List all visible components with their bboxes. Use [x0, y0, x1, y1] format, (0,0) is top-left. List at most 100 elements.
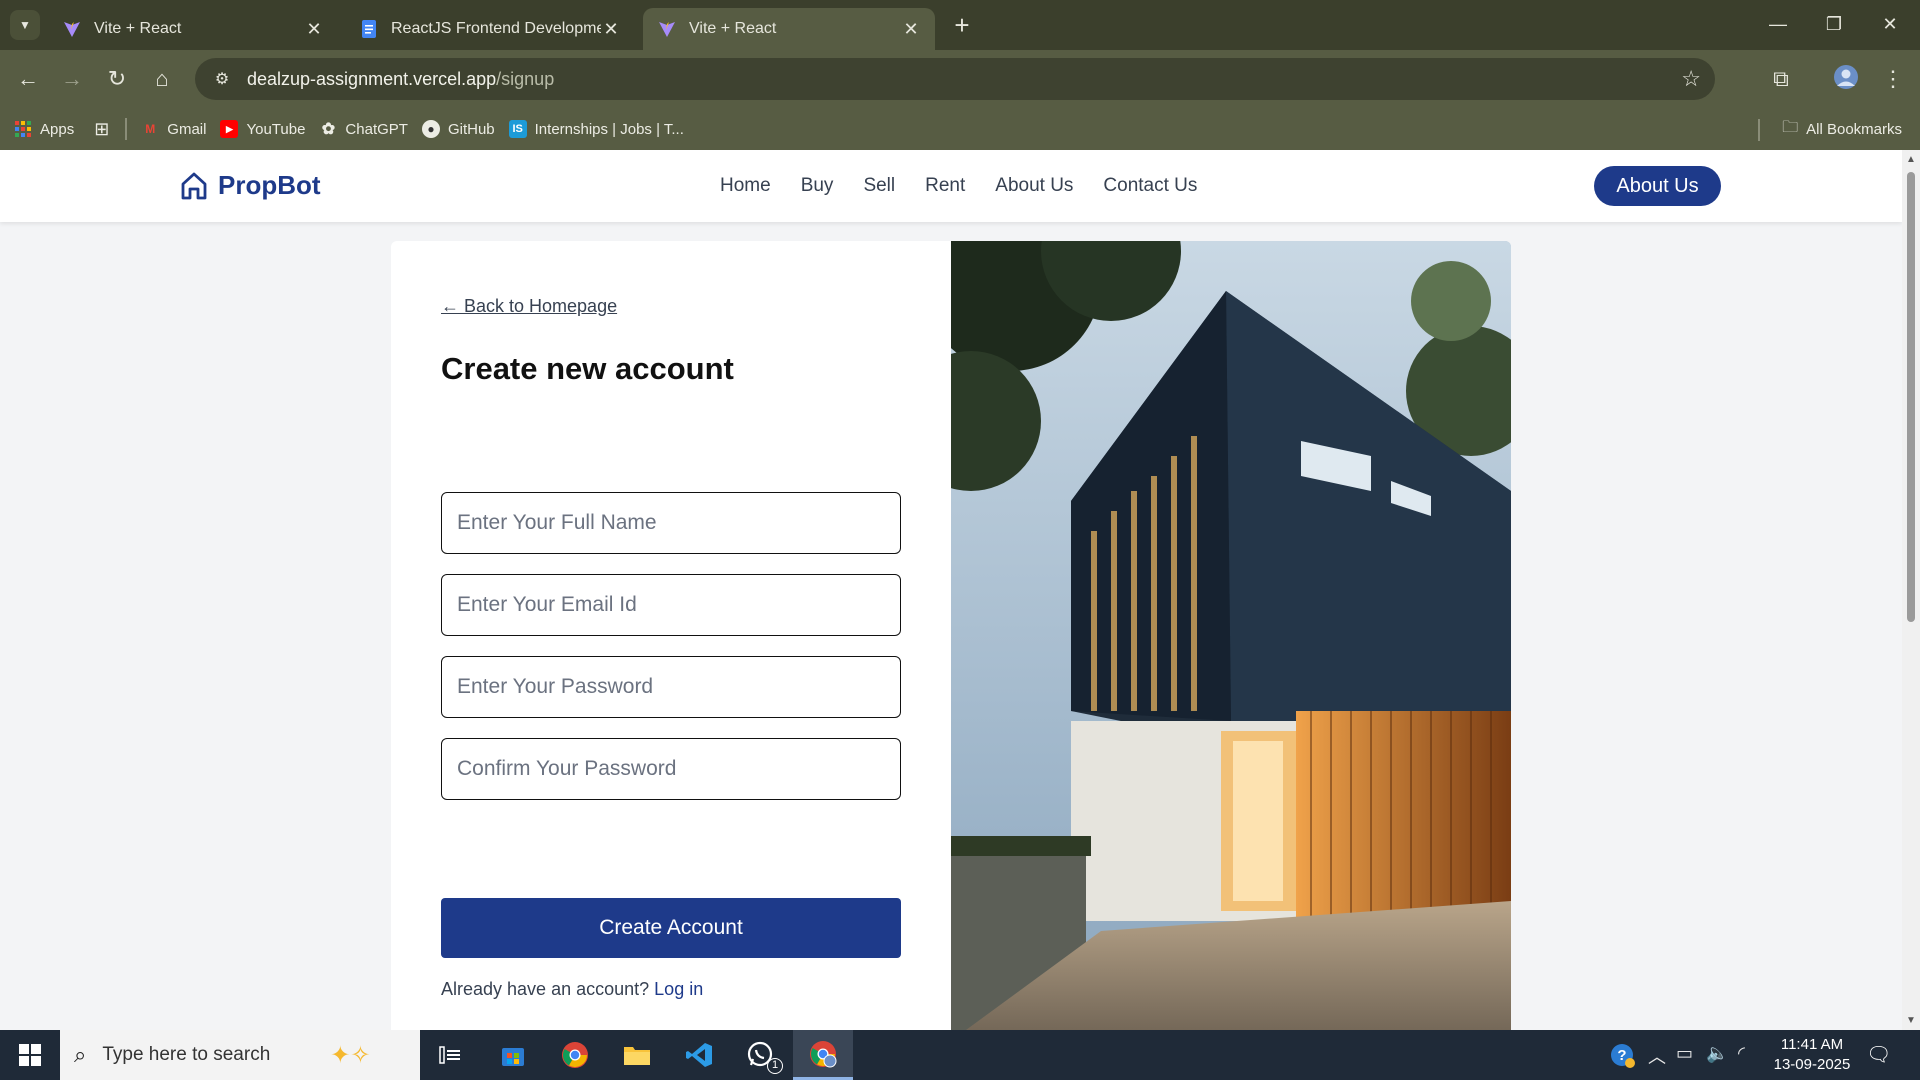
scroll-up-icon[interactable]: ▲ — [1906, 154, 1916, 165]
tab-groups-icon[interactable]: ⊞ — [94, 119, 109, 140]
nav-home[interactable]: Home — [720, 175, 771, 197]
url-host: dealzup-assignment.vercel.app — [247, 68, 497, 89]
copilot-sparkle-icon: ✦✧ — [330, 1041, 371, 1069]
chrome-icon[interactable] — [545, 1030, 605, 1080]
vite-icon — [64, 22, 80, 37]
page-scrollbar[interactable]: ▲ ▼ — [1902, 150, 1920, 1030]
confirm-password-input[interactable] — [441, 738, 901, 800]
new-tab-plus-icon[interactable]: + — [947, 10, 977, 40]
notification-icon[interactable]: 🗨 — [1866, 1042, 1891, 1067]
bookmark-label: Apps — [40, 120, 75, 138]
all-bookmarks-label: All Bookmarks — [1806, 120, 1902, 138]
docs-icon — [362, 20, 376, 38]
bookmark-label: GitHub — [447, 120, 495, 138]
volume-icon[interactable]: 🔈 — [1706, 1043, 1728, 1064]
close-icon[interactable]: ✕ — [901, 19, 921, 40]
bookmark-label: YouTube — [246, 120, 306, 138]
scrollbar-thumb[interactable] — [1907, 172, 1915, 622]
header-about-us-button[interactable]: About Us — [1594, 166, 1721, 206]
password-input[interactable] — [441, 656, 901, 718]
taskbar-search-box[interactable]: ⌕ Type here to search ✦✧ — [60, 1030, 420, 1080]
full-name-input[interactable] — [441, 492, 901, 554]
bookmark-separator — [1758, 119, 1760, 141]
signup-form: ← Back to Homepage Create new account Cr… — [391, 241, 951, 1030]
microsoft-store-icon[interactable] — [483, 1030, 543, 1080]
tab-title: ReactJS Frontend Development — [391, 20, 601, 37]
help-icon[interactable]: ? — [1610, 1043, 1636, 1074]
back-to-homepage-link[interactable]: ← Back to Homepage — [441, 296, 617, 317]
bookmark-internships[interactable]: IS Internships | Jobs | T... — [508, 120, 684, 138]
nav-buy[interactable]: Buy — [801, 175, 834, 197]
wifi-icon[interactable]: ◜ — [1738, 1043, 1745, 1064]
task-view-icon[interactable] — [420, 1030, 480, 1080]
bookmark-label: Internships | Jobs | T... — [534, 120, 684, 138]
minimize-icon[interactable]: — — [1758, 8, 1798, 40]
search-icon: ⌕ — [74, 1042, 87, 1067]
extensions-puzzle-icon[interactable]: ⧉ — [1766, 64, 1796, 94]
back-arrow-icon[interactable]: ← — [13, 64, 43, 94]
scroll-down-icon[interactable]: ▼ — [1906, 1015, 1916, 1026]
forward-arrow-icon[interactable]: → — [57, 64, 87, 94]
reload-icon[interactable]: ↻ — [102, 64, 132, 94]
nav-contact-us[interactable]: Contact Us — [1103, 175, 1197, 197]
bookmark-star-icon[interactable]: ☆ — [1681, 66, 1701, 92]
url-path: /signup — [496, 68, 555, 89]
vite-icon — [659, 22, 675, 37]
browser-tab-2[interactable]: ReactJS Frontend Development ✕ — [345, 8, 635, 50]
bookmark-youtube[interactable]: ▶ YouTube — [220, 120, 305, 138]
login-link[interactable]: Log in — [654, 979, 703, 999]
brand-name: PropBot — [218, 170, 321, 200]
close-icon[interactable]: ✕ — [304, 19, 324, 40]
browser-toolbar: ← → ↻ ⌂ ⚙ dealzup-assignment.vercel.app /… — [0, 50, 1920, 108]
tab-search-dropdown-icon[interactable]: ▼ — [10, 10, 40, 40]
apps-grid-icon — [14, 120, 32, 138]
browser-tab-3-active[interactable]: Vite + React ✕ — [643, 8, 935, 50]
chrome-profile-active-icon[interactable] — [793, 1030, 853, 1080]
home-icon[interactable]: ⌂ — [147, 64, 177, 94]
whatsapp-icon[interactable]: 1 — [731, 1030, 791, 1080]
profile-avatar-icon[interactable] — [1831, 64, 1861, 94]
whatsapp-badge: 1 — [767, 1058, 783, 1074]
email-input[interactable] — [441, 574, 901, 636]
all-bookmarks-button[interactable]: 🗀 All Bookmarks — [1782, 108, 1902, 150]
close-icon[interactable]: ✕ — [601, 19, 621, 40]
bookmark-label: Gmail — [167, 120, 207, 138]
bookmark-chatgpt[interactable]: ✿ ChatGPT — [319, 120, 408, 139]
page-title: Create new account — [441, 351, 734, 386]
gmail-icon: M — [145, 122, 156, 136]
create-account-button[interactable]: Create Account — [441, 898, 901, 958]
internshala-icon: IS — [508, 120, 527, 138]
bookmark-label: ChatGPT — [345, 120, 408, 138]
brand-logo[interactable]: PropBot — [180, 170, 321, 201]
youtube-icon: ▶ — [220, 120, 239, 138]
bookmark-apps[interactable]: Apps — [14, 120, 74, 138]
file-explorer-icon[interactable] — [607, 1030, 667, 1080]
bookmarks-bar: Apps ⊞ M Gmail ▶ YouTube ✿ ChatGPT ● Git… — [0, 108, 1920, 150]
taskbar-search-placeholder: Type here to search — [102, 1044, 271, 1065]
menu-kebab-icon[interactable]: ⋮ — [1878, 64, 1908, 94]
bookmark-gmail[interactable]: M Gmail — [141, 120, 206, 138]
browser-tab-1[interactable]: Vite + React ✕ — [48, 8, 338, 50]
vscode-icon[interactable] — [669, 1030, 729, 1080]
bookmark-separator — [125, 118, 128, 140]
windows-taskbar: ⌕ Type here to search ✦✧ 1 ? ︿ ▭ 🔈 ◜ 11:… — [0, 1030, 1920, 1080]
windows-start-icon[interactable] — [0, 1030, 60, 1080]
taskbar-clock[interactable]: 11:41 AM 13-09-2025 — [1766, 1035, 1858, 1075]
window-close-icon[interactable]: ✕ — [1870, 8, 1910, 40]
house-photo — [951, 241, 1511, 1030]
bookmark-github[interactable]: ● GitHub — [421, 120, 495, 138]
site-info-icon[interactable]: ⚙ — [207, 69, 237, 89]
nav-sell[interactable]: Sell — [863, 175, 895, 197]
battery-icon[interactable]: ▭ — [1676, 1043, 1693, 1064]
main-nav: Home Buy Sell Rent About Us Contact Us — [720, 150, 1227, 222]
site-header: PropBot Home Buy Sell Rent About Us Cont… — [0, 150, 1902, 222]
login-prompt: Already have an account? Log in — [441, 979, 703, 1000]
signup-card: ← Back to Homepage Create new account Cr… — [391, 241, 1511, 1030]
nav-rent[interactable]: Rent — [925, 175, 965, 197]
tab-title: Vite + React — [689, 20, 777, 37]
restore-icon[interactable]: ❐ — [1814, 8, 1854, 40]
address-bar[interactable]: ⚙ dealzup-assignment.vercel.app/signup ☆ — [195, 58, 1715, 100]
nav-about-us[interactable]: About Us — [995, 175, 1073, 197]
clock-time: 11:41 AM — [1780, 1036, 1844, 1053]
chevron-up-icon[interactable]: ︿ — [1648, 1043, 1666, 1069]
